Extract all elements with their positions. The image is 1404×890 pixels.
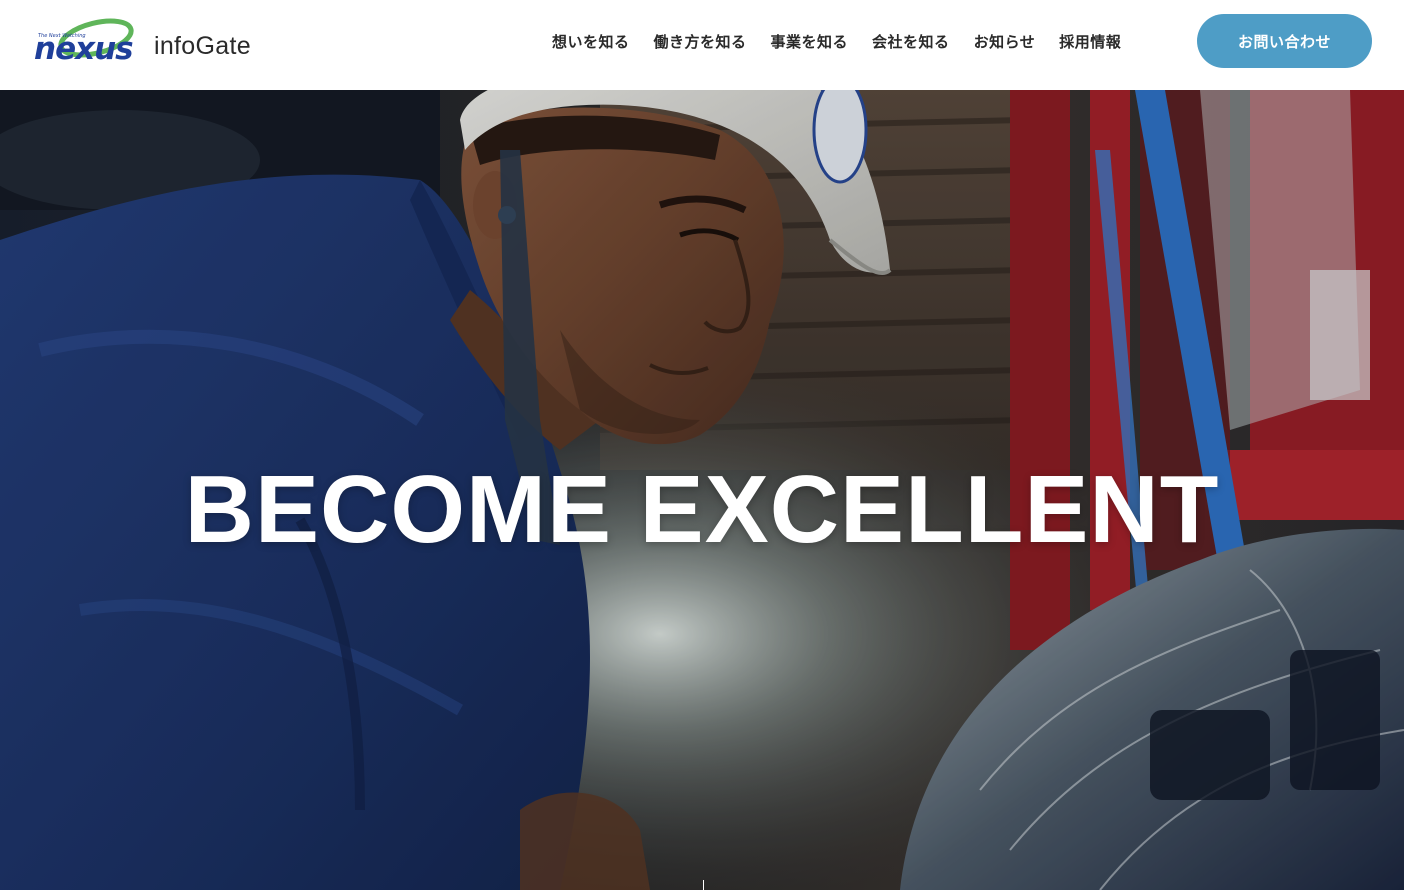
logo-product: infoGate — [154, 31, 251, 60]
logo-brand: nexus — [34, 31, 134, 67]
nav-item-business[interactable]: 事業を知る — [771, 31, 849, 52]
hero-title: BECOME EXCELLENT — [184, 456, 1220, 563]
scroll-indicator[interactable] — [703, 880, 704, 890]
nexus-logo: The Next Watching nexus — [32, 10, 142, 72]
site-logo[interactable]: The Next Watching nexus infoGate — [32, 10, 251, 72]
main-nav: 想いを知る 働き方を知る 事業を知る 会社を知る お知らせ 採用情報 — [552, 0, 1121, 82]
nav-item-news[interactable]: お知らせ — [974, 31, 1036, 52]
nav-item-philosophy[interactable]: 想いを知る — [552, 31, 630, 52]
site-header: The Next Watching nexus infoGate 想いを知る 働… — [0, 0, 1404, 90]
nav-item-company[interactable]: 会社を知る — [872, 31, 950, 52]
contact-button[interactable]: お問い合わせ — [1197, 14, 1372, 68]
nav-item-recruit[interactable]: 採用情報 — [1059, 31, 1121, 52]
nav-item-workstyle[interactable]: 働き方を知る — [654, 31, 747, 52]
hero-section: BECOME EXCELLENT — [0, 90, 1404, 890]
